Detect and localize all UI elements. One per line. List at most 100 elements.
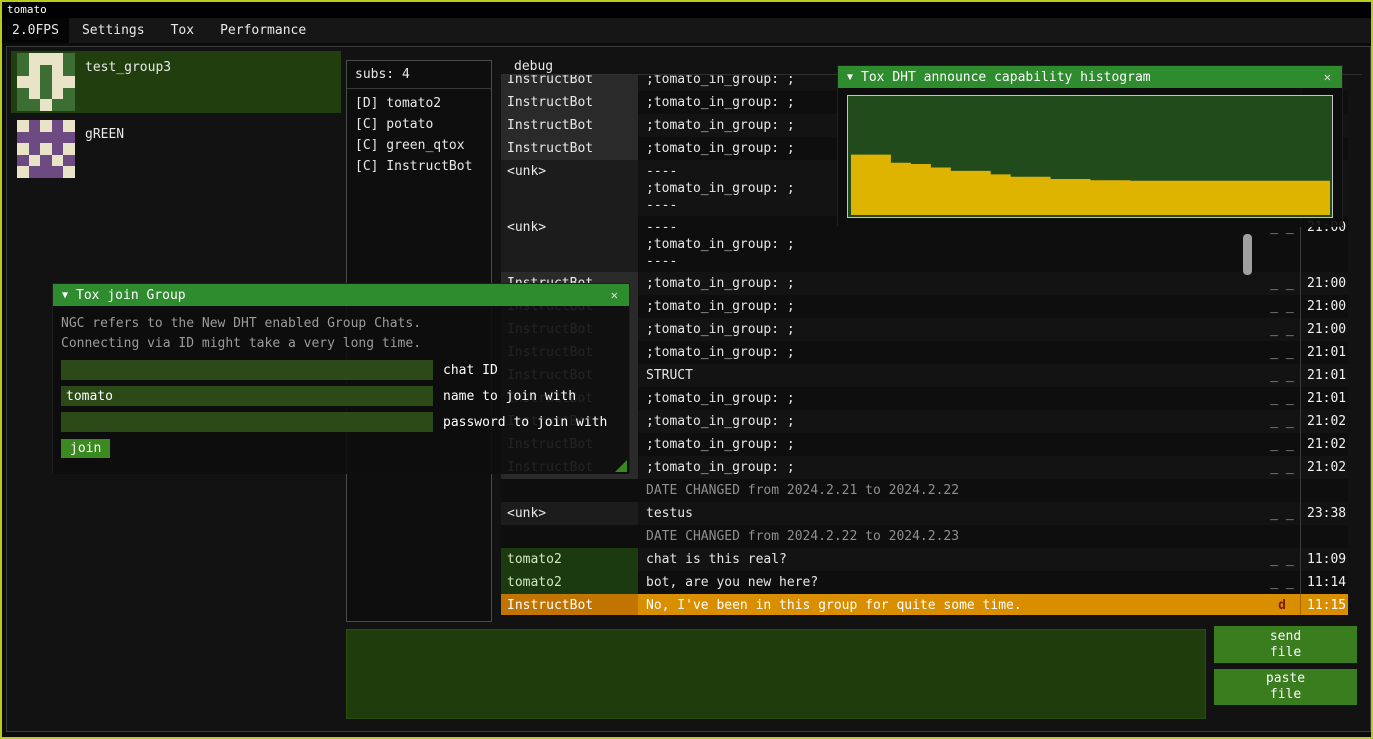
chat-scrollbar[interactable] <box>1243 234 1252 275</box>
member-tomato2[interactable]: [D] tomato2 <box>347 93 491 114</box>
message-row[interactable]: tomato2bot, are you new here?_ _11:14 <box>501 571 1348 594</box>
message-text: ;tomato_in_group: ; <box>638 272 1264 295</box>
message-flags: _ _ <box>1264 456 1300 479</box>
join-window-title: Tox join Group <box>76 288 609 303</box>
join-name-label: name to join with <box>443 389 576 404</box>
join-password-input[interactable] <box>61 412 433 432</box>
sender-name: InstructBot <box>501 75 638 91</box>
message-text: ;tomato_in_group: ; <box>638 433 1264 456</box>
chat-id-input[interactable] <box>61 360 433 380</box>
group-name: gREEN <box>85 127 124 142</box>
message-text: No, I've been in this group for quite so… <box>638 594 1264 615</box>
message-row[interactable]: DATE CHANGED from 2024.2.21 to 2024.2.22 <box>501 479 1348 502</box>
join-window-body: NGC refers to the New DHT enabled Group … <box>53 306 629 474</box>
histogram-window-titlebar[interactable]: ▼ Tox DHT announce capability histogram … <box>838 66 1342 88</box>
sender-name: tomato2 <box>501 548 638 571</box>
os-titlebar: tomato <box>2 2 1371 18</box>
sender-name: InstructBot <box>501 137 638 160</box>
sender-name: InstructBot <box>501 594 638 615</box>
group-item-test_group3[interactable]: test_group3 <box>11 51 341 113</box>
sender-name: <unk> <box>501 502 638 525</box>
message-time: 21:00 <box>1300 318 1348 341</box>
message-flags: _ _ <box>1264 364 1300 387</box>
ngc-info-line-1: NGC refers to the New DHT enabled Group … <box>61 314 621 334</box>
message-text: STRUCT <box>638 364 1264 387</box>
histogram-window-body <box>838 88 1342 227</box>
separator <box>347 88 491 89</box>
message-row[interactable]: InstructBotNo, I've been in this group f… <box>501 594 1348 615</box>
collapse-icon[interactable]: ▼ <box>847 72 853 83</box>
message-flags: _ _ <box>1264 387 1300 410</box>
sender-name: <unk> <box>501 216 638 272</box>
group-avatar <box>17 120 75 178</box>
member-potato[interactable]: [C] potato <box>347 114 491 135</box>
sender-name: InstructBot <box>501 114 638 137</box>
message-row[interactable]: <unk>testus_ _23:38 <box>501 502 1348 525</box>
member-InstructBot[interactable]: [C] InstructBot <box>347 156 491 177</box>
paste-file-button[interactable]: paste file <box>1214 669 1357 705</box>
message-time: 21:01 <box>1300 341 1348 364</box>
fps-counter: 2.0FPS <box>2 18 69 43</box>
menu-items: SettingsToxPerformance <box>69 18 319 43</box>
message-flags: d <box>1264 594 1300 615</box>
close-icon[interactable]: ✕ <box>609 288 620 302</box>
message-flags: _ _ <box>1264 410 1300 433</box>
menu-bar: 2.0FPS SettingsToxPerformance <box>2 18 1371 44</box>
menu-item-performance[interactable]: Performance <box>207 18 319 43</box>
join-button[interactable]: join <box>61 439 110 458</box>
close-icon[interactable]: ✕ <box>1322 70 1333 84</box>
window-title: tomato <box>7 3 47 16</box>
message-flags: _ _ <box>1264 272 1300 295</box>
message-flags: _ _ <box>1264 295 1300 318</box>
message-flags: _ _ <box>1264 571 1300 594</box>
message-time: 21:01 <box>1300 364 1348 387</box>
histogram-window-title: Tox DHT announce capability histogram <box>861 70 1322 85</box>
sender-name: InstructBot <box>501 91 638 114</box>
message-flags: _ _ <box>1264 318 1300 341</box>
message-row[interactable]: DATE CHANGED from 2024.2.22 to 2024.2.23 <box>501 525 1348 548</box>
group-list: test_group3 gREEN <box>11 51 341 185</box>
message-time <box>1300 479 1348 502</box>
menu-item-tox[interactable]: Tox <box>158 18 207 43</box>
message-time: 21:00 <box>1300 272 1348 295</box>
message-text: ;tomato_in_group: ; <box>638 410 1264 433</box>
ngc-info-line-2: Connecting via ID might take a very long… <box>61 334 621 354</box>
group-avatar <box>17 53 75 111</box>
dht-histogram-window: ▼ Tox DHT announce capability histogram … <box>837 65 1343 226</box>
menu-item-settings[interactable]: Settings <box>69 18 158 43</box>
message-text: ;tomato_in_group: ; <box>638 456 1264 479</box>
message-time: 21:01 <box>1300 387 1348 410</box>
join-window-titlebar[interactable]: ▼ Tox join Group ✕ <box>53 284 629 306</box>
message-text: bot, are you new here? <box>638 571 1264 594</box>
message-time: 11:14 <box>1300 571 1348 594</box>
message-text: ;tomato_in_group: ; <box>638 295 1264 318</box>
message-flags: _ _ <box>1264 433 1300 456</box>
collapse-icon[interactable]: ▼ <box>62 290 68 301</box>
join-password-label: password to join with <box>443 415 607 430</box>
message-input[interactable] <box>346 629 1206 719</box>
message-time: 21:02 <box>1300 456 1348 479</box>
join-name-input[interactable] <box>61 386 433 406</box>
join-group-window: ▼ Tox join Group ✕ NGC refers to the New… <box>52 283 630 473</box>
sender-name <box>501 479 638 502</box>
group-item-gREEN[interactable]: gREEN <box>11 118 341 180</box>
resize-grip-icon[interactable] <box>615 460 627 472</box>
tab-debug[interactable]: debug <box>514 59 553 74</box>
message-flags: _ _ <box>1264 502 1300 525</box>
sender-name: tomato2 <box>501 571 638 594</box>
message-text: DATE CHANGED from 2024.2.22 to 2024.2.23 <box>638 525 1264 548</box>
message-time: 21:00 <box>1300 295 1348 318</box>
sender-name <box>501 525 638 548</box>
message-row[interactable]: tomato2chat is this real?_ _11:09 <box>501 548 1348 571</box>
app-window: tomato 2.0FPS SettingsToxPerformance tes… <box>0 0 1373 739</box>
member-green_qtox[interactable]: [C] green_qtox <box>347 135 491 156</box>
send-file-button[interactable]: send file <box>1214 626 1357 663</box>
message-time <box>1300 525 1348 548</box>
message-text: chat is this real? <box>638 548 1264 571</box>
group-name: test_group3 <box>85 60 171 75</box>
message-text: ;tomato_in_group: ; <box>638 387 1264 410</box>
member-list: [D] tomato2[C] potato[C] green_qtox[C] I… <box>347 93 491 177</box>
message-text: testus <box>638 502 1264 525</box>
message-text: DATE CHANGED from 2024.2.21 to 2024.2.22 <box>638 479 1264 502</box>
message-time: 21:02 <box>1300 433 1348 456</box>
